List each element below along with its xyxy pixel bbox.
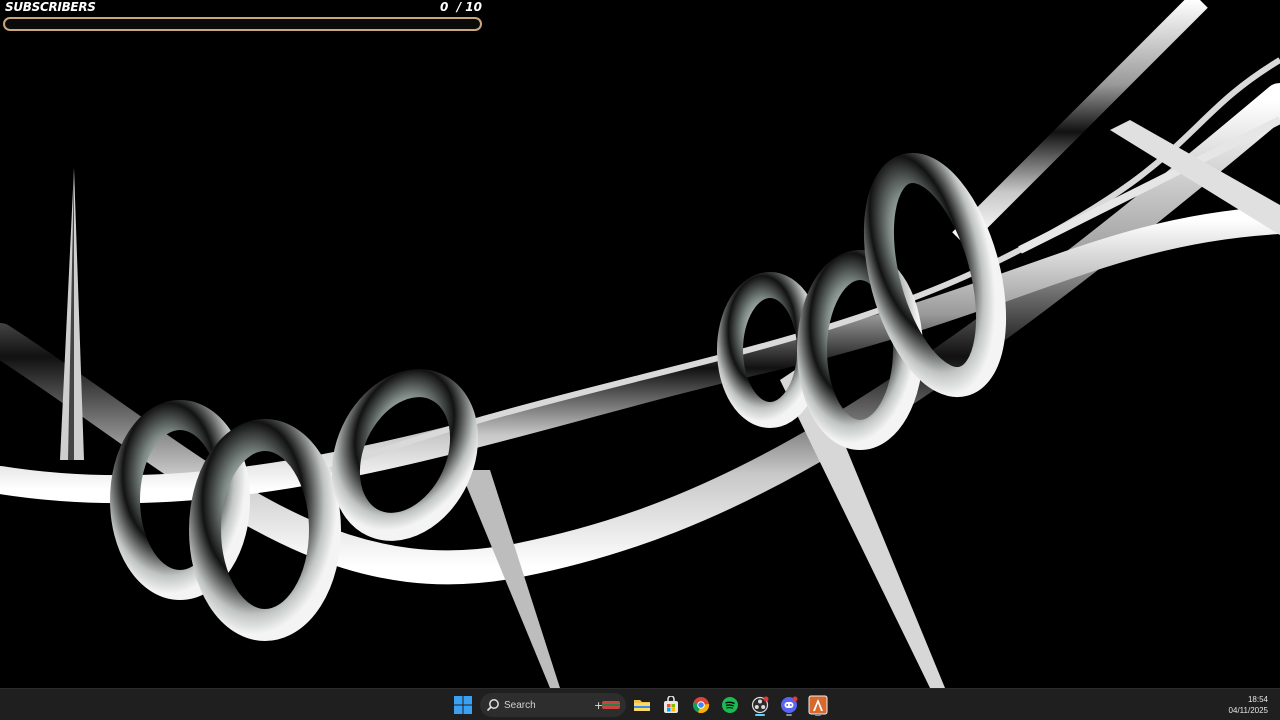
taskbar-clock-date[interactable]: 04/11/2025	[1229, 706, 1268, 715]
spotify-icon	[722, 697, 738, 713]
desktop-wallpaper	[0, 0, 1280, 688]
start-button[interactable]	[451, 693, 475, 717]
taskbar-app-microsoft-store[interactable]	[659, 693, 683, 717]
windows-logo-icon	[454, 696, 472, 714]
taskbar-clock-time[interactable]: 18:54	[1248, 695, 1268, 704]
folder-icon	[634, 700, 650, 711]
subscriber-goal-target: / 10	[456, 0, 482, 14]
subscriber-goal-count: 0 / 10	[440, 0, 482, 14]
discord-icon	[781, 696, 798, 713]
store-icon	[664, 696, 678, 713]
taskbar-app-chrome[interactable]	[689, 693, 713, 717]
subscriber-goal-label: SUBSCRIBERS	[5, 0, 96, 14]
running-indicator	[815, 714, 821, 716]
subscriber-progress-bar	[3, 17, 482, 31]
running-indicator	[786, 714, 792, 716]
taskbar: Search + 18:54 04/11/2025	[0, 688, 1280, 720]
search-placeholder: Search	[504, 699, 536, 711]
subscriber-current-count: 0	[440, 0, 449, 14]
running-indicator	[755, 714, 765, 716]
taskbar-search-box[interactable]: Search +	[480, 693, 626, 717]
app-a-icon	[808, 695, 828, 715]
search-icon	[486, 699, 499, 712]
subscriber-goal-widget: SUBSCRIBERS 0 / 10	[0, 0, 490, 40]
taskbar-app-file-explorer[interactable]	[630, 693, 654, 717]
chrome-icon	[692, 697, 710, 714]
svg-text:+: +	[594, 699, 603, 712]
taskbar-app-obs[interactable]	[748, 693, 772, 717]
taskbar-app-recorder[interactable]	[806, 693, 830, 717]
obs-icon	[751, 696, 769, 714]
taskbar-app-spotify[interactable]	[718, 693, 742, 717]
taskbar-app-discord[interactable]	[777, 693, 801, 717]
search-highlight-icon: +	[594, 699, 620, 712]
